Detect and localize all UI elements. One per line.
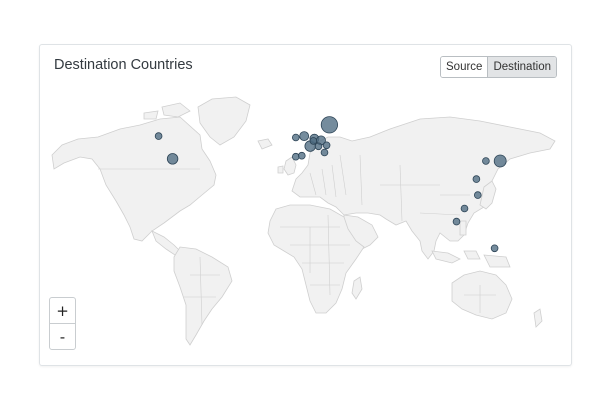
iceland: [257, 138, 273, 150]
marker-taiwan[interactable]: [472, 175, 481, 183]
destination-countries-panel: Destination Countries Source Destination: [39, 44, 572, 366]
zoom-in-button[interactable]: +: [50, 298, 75, 323]
marker-malaysia[interactable]: [460, 204, 469, 213]
uk-ireland: [277, 156, 297, 176]
marker-canada[interactable]: [154, 132, 163, 140]
marker-spain[interactable]: [297, 151, 306, 160]
marker-ireland[interactable]: [292, 133, 300, 142]
marker-south-korea[interactable]: [482, 157, 490, 165]
greenland: [197, 96, 251, 146]
canadian-islands: [143, 102, 191, 120]
world-map[interactable]: [40, 45, 571, 365]
marker-australia[interactable]: [490, 244, 499, 253]
marker-indonesia[interactable]: [452, 217, 461, 226]
marker-switzerland[interactable]: [314, 142, 323, 151]
philippines: [459, 220, 467, 236]
zoom-controls: + -: [49, 297, 76, 350]
zoom-out-button[interactable]: -: [50, 323, 75, 349]
indonesia: [431, 250, 511, 268]
marker-japan[interactable]: [493, 154, 507, 168]
south-america: [173, 246, 233, 346]
marker-austria[interactable]: [322, 141, 331, 150]
marker-united-kingdom[interactable]: [299, 131, 310, 141]
madagascar: [351, 276, 363, 300]
marker-belgium[interactable]: [309, 137, 318, 145]
marker-italy[interactable]: [320, 148, 329, 157]
marker-united-states[interactable]: [166, 153, 179, 165]
marker-philippines[interactable]: [473, 191, 482, 199]
new-zealand: [533, 308, 543, 328]
top-band: [0, 0, 610, 28]
north-america: [51, 116, 217, 242]
marker-sweden[interactable]: [320, 116, 338, 134]
